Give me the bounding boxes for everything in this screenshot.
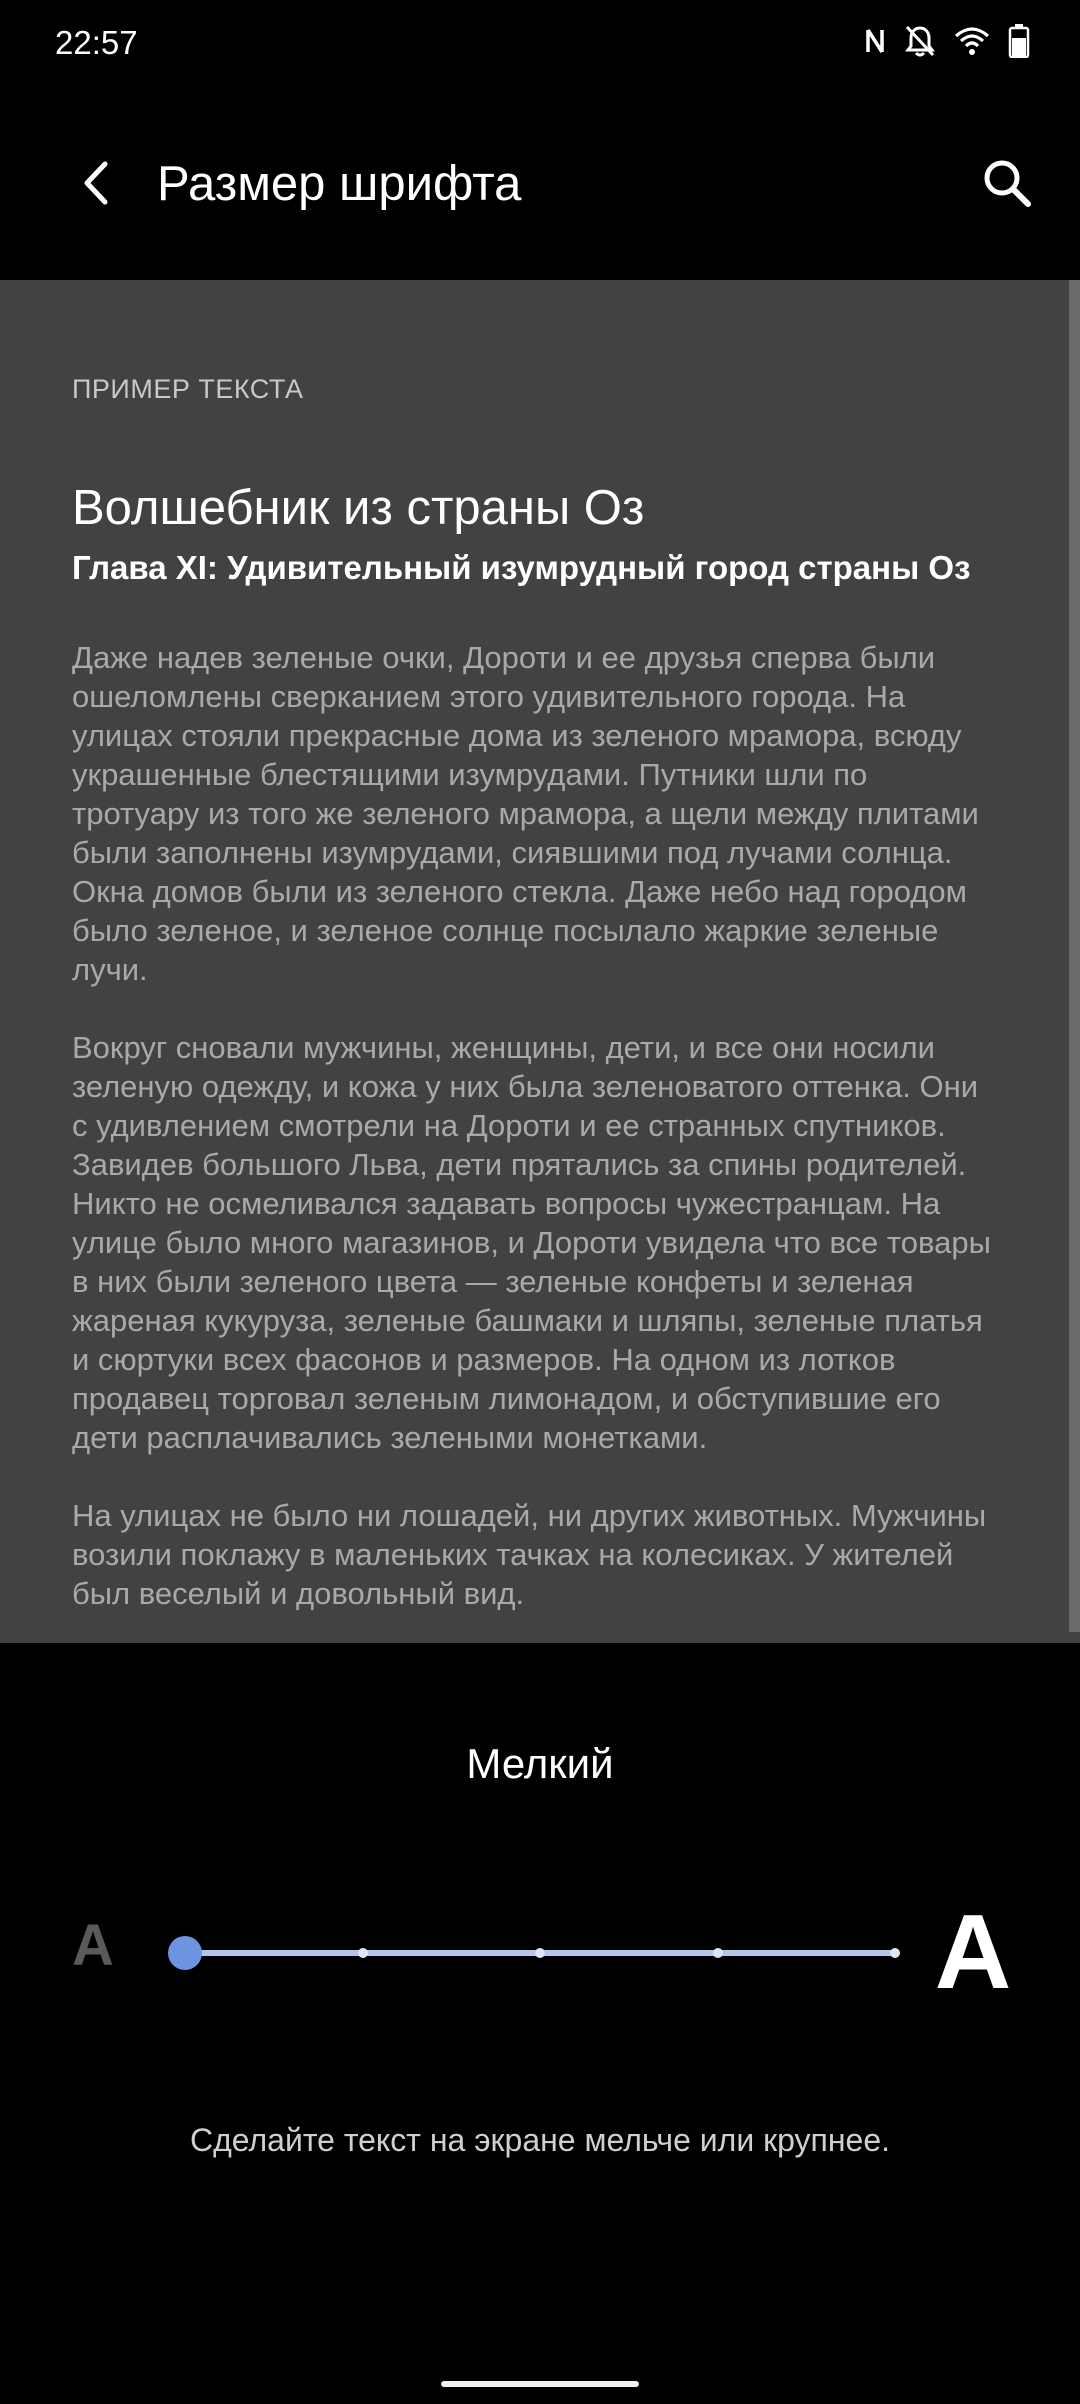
text-preview-pane[interactable]: ПРИМЕР ТЕКСТА Волшебник из страны Оз Гла…	[0, 280, 1080, 1643]
font-size-slider-thumb[interactable]	[168, 1936, 202, 1970]
slider-tick[interactable]	[357, 1948, 368, 1958]
slider-tick[interactable]	[535, 1948, 545, 1958]
font-size-slider-area: A A	[0, 1890, 1080, 2011]
preview-paragraph: На улицах не было ни лошадей, ни других …	[72, 1498, 987, 1611]
search-icon	[981, 157, 1033, 214]
nfc-icon	[864, 26, 886, 56]
wifi-icon	[954, 26, 990, 56]
svg-text:A: A	[72, 1917, 114, 1969]
status-icons	[864, 24, 1030, 58]
battery-icon	[1008, 24, 1030, 58]
back-arrow-icon	[77, 160, 117, 211]
app-bar: Размер шрифта	[0, 120, 1080, 250]
chapter-title: Глава XI: Удивительный изумрудный город …	[72, 549, 971, 586]
preview-paragraph: Даже надев зеленые очки, Дороти и ее дру…	[72, 640, 979, 987]
book-title: Волшебник из страны Оз	[72, 481, 645, 535]
back-button[interactable]	[62, 150, 132, 220]
gesture-nav-handle[interactable]	[441, 2381, 639, 2387]
preview-label: ПРИМЕР ТЕКСТА	[72, 374, 304, 404]
text-size-small-icon: A	[70, 1913, 116, 1978]
svg-text:A: A	[935, 1902, 1012, 1994]
preview-body: Даже надев зеленые очки, Дороти и ее дру…	[72, 638, 997, 1643]
status-time: 22:57	[55, 24, 138, 61]
status-bar: 22:57	[0, 0, 1080, 90]
page-title: Размер шрифта	[157, 157, 522, 211]
search-button[interactable]	[972, 150, 1042, 220]
text-size-large-icon: A	[933, 1893, 1013, 2011]
slider-tick[interactable]	[890, 1948, 900, 1958]
preview-scrollbar[interactable]	[1069, 280, 1080, 1632]
font-size-current-label: Мелкий	[466, 1740, 614, 1787]
notifications-off-icon	[904, 24, 936, 58]
preview-paragraph: Вокруг сновали мужчины, женщины, дети, и…	[72, 1030, 991, 1455]
slider-tick[interactable]	[712, 1948, 723, 1958]
font-size-helper-text: Сделайте текст на экране мельче или круп…	[189, 2122, 890, 2158]
